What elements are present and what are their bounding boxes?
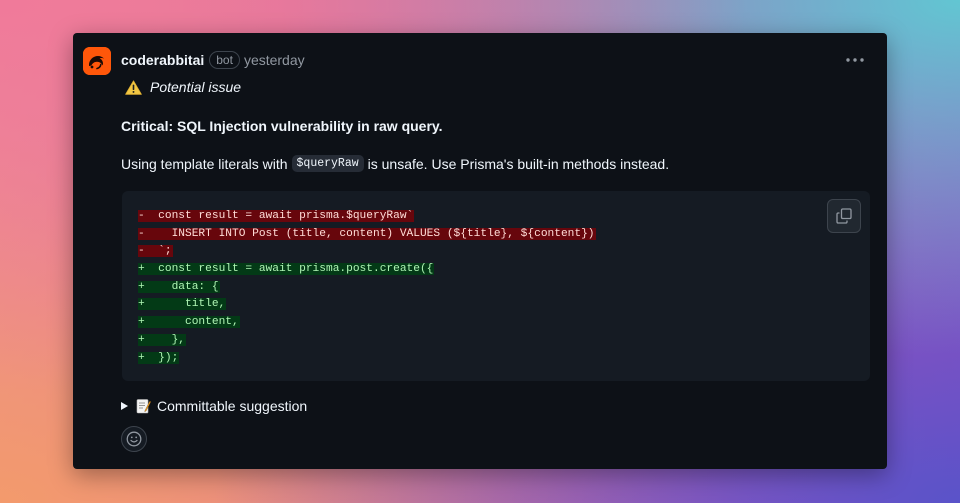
review-comment-card: coderabbitai bot yesterday Potential iss… [73,33,887,469]
diff-line-text: - INSERT INTO Post (title, content) VALU… [138,227,596,240]
coderabbit-avatar[interactable] [83,47,111,75]
comment-title: Critical: SQL Injection vulnerability in… [121,118,443,134]
add-reaction-button[interactable] [121,426,147,452]
potential-issue-label: Potential issue [125,79,241,95]
bot-badge: bot [209,51,240,69]
inline-code: $queryRaw [291,155,364,172]
diff-line-text: + content, [138,316,240,329]
diff-line-added: + data: { [138,279,596,297]
diff-code-block: - const result = await prisma.$queryRaw`… [122,191,870,381]
diff-line-added: + title, [138,296,596,314]
diff-line-removed: - const result = await prisma.$queryRaw` [138,208,596,226]
diff-line-removed: - INSERT INTO Post (title, content) VALU… [138,226,596,244]
description-before: Using template literals with [121,155,288,172]
diff-line-added: + }); [138,350,596,368]
diff-line-added: + }, [138,332,596,350]
kebab-horizontal-icon[interactable] [845,50,865,70]
diff-line-text: - const result = await prisma.$queryRaw` [138,210,415,222]
author-name[interactable]: coderabbitai [121,52,204,68]
comment-timestamp[interactable]: yesterday [244,52,305,68]
memo-icon [136,398,151,414]
committable-suggestion-toggle[interactable]: Committable suggestion [121,398,307,414]
coderabbit-logo-icon [83,47,111,75]
diff-line-added: + const result = await prisma.post.creat… [138,261,596,279]
copy-icon [836,208,852,224]
diff-line-text: + }, [138,333,186,346]
comment-description: Using template literals with $queryRaw i… [121,155,669,172]
comment-header: coderabbitai bot yesterday [121,49,305,71]
diff-line-text: + }); [138,351,180,364]
smiley-icon [126,431,142,447]
suggestion-label: Committable suggestion [157,398,308,414]
description-after: is unsafe. Use Prisma's built-in methods… [367,155,670,172]
warning-text: Potential issue [150,79,242,95]
diff-line-text: + const result = await prisma.post.creat… [138,263,435,276]
diff-line-text: - `; [138,245,173,258]
diff-line-removed: - `; [138,243,596,261]
diff-line-text: + data: { [138,280,220,293]
diff-line-text: + title, [138,298,227,311]
warning-icon [125,79,142,95]
copy-button[interactable] [827,199,861,233]
diff-lines: - const result = await prisma.$queryRaw`… [138,208,596,367]
diff-line-added: + content, [138,314,596,332]
disclosure-triangle-icon [121,402,128,410]
